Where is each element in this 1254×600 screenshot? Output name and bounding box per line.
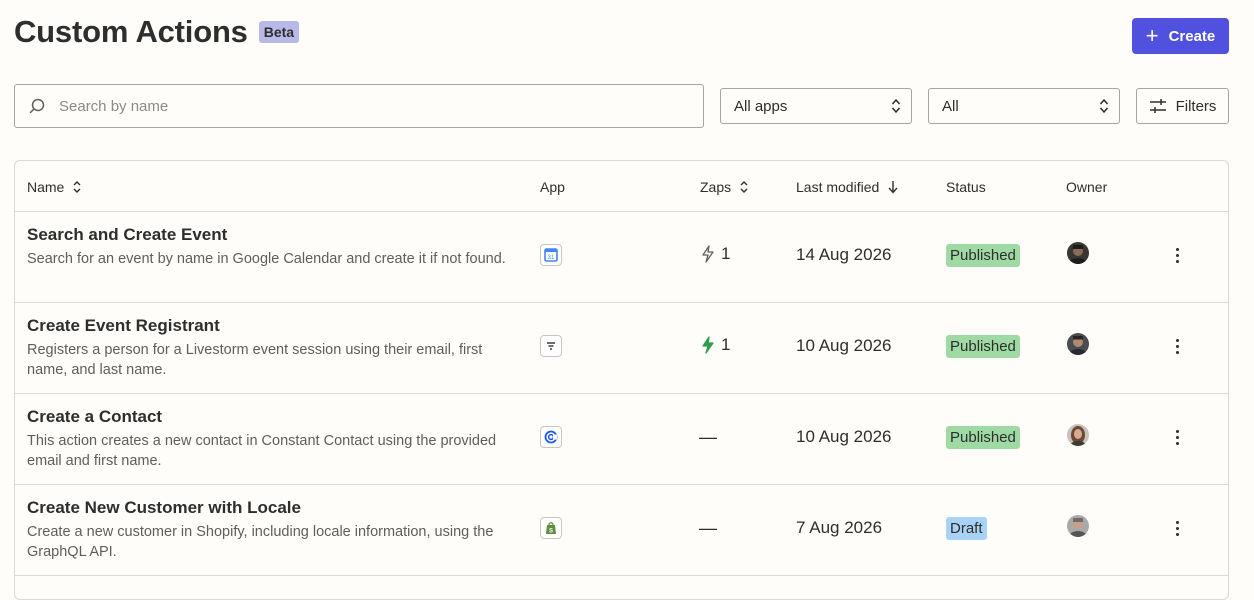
filters-button[interactable]: Filters xyxy=(1136,88,1229,124)
status-select[interactable]: All xyxy=(928,88,1120,124)
zaps-count: 1 xyxy=(701,244,730,264)
apps-select-value: All apps xyxy=(734,97,788,115)
action-name[interactable]: Search and Create Event xyxy=(27,225,227,245)
plus-icon: + xyxy=(1145,23,1159,48)
action-description: This action creates a new contact in Con… xyxy=(27,433,497,469)
last-modified: 7 Aug 2026 xyxy=(796,518,883,537)
page-title: Custom Actions xyxy=(14,14,248,49)
zaps-count: — xyxy=(699,427,717,447)
column-header-modified[interactable]: Last modified xyxy=(796,179,899,195)
bolt-icon xyxy=(702,245,714,263)
owner-avatar xyxy=(1067,333,1089,355)
shopify-icon: S xyxy=(540,517,562,539)
column-modified-label: Last modified xyxy=(796,179,880,195)
search-input[interactable] xyxy=(57,96,661,116)
column-header-owner: Owner xyxy=(1066,179,1107,195)
chevron-updown-icon xyxy=(891,98,901,114)
table-row[interactable]: Create a Contact This action creates a n… xyxy=(15,393,1228,485)
table-row[interactable]: Search and Create Event Search for an ev… xyxy=(15,211,1228,303)
page-header: Custom Actions Beta xyxy=(14,14,300,50)
svg-text:S: S xyxy=(549,529,553,535)
constant-contact-icon xyxy=(540,426,562,448)
owner-avatar xyxy=(1067,424,1089,446)
chevron-updown-icon xyxy=(1099,98,1109,114)
column-header-zaps[interactable]: Zaps xyxy=(700,179,749,195)
owner-avatar xyxy=(1067,515,1089,537)
zaps-value: 1 xyxy=(721,244,731,263)
sort-icon xyxy=(740,181,748,193)
column-header-status: Status xyxy=(946,179,986,195)
column-zaps-label: Zaps xyxy=(700,179,732,195)
action-description: Search for an event by name in Google Ca… xyxy=(27,251,506,267)
action-description: Registers a person for a Livestorm event… xyxy=(27,342,483,378)
zaps-count: — xyxy=(699,518,717,538)
beta-badge: Beta xyxy=(258,21,300,43)
action-name[interactable]: Create Event Registrant xyxy=(27,316,220,336)
more-options-icon[interactable] xyxy=(1167,516,1187,540)
more-options-icon[interactable] xyxy=(1167,425,1187,449)
column-header-name[interactable]: Name xyxy=(27,179,82,195)
more-options-icon[interactable] xyxy=(1167,334,1187,358)
actions-table: Name App Zaps Last modified Status Owner… xyxy=(14,160,1229,600)
create-button[interactable]: + Create xyxy=(1132,18,1229,54)
search-box[interactable] xyxy=(14,84,704,128)
svg-text:31: 31 xyxy=(548,255,555,261)
action-name[interactable]: Create New Customer with Locale xyxy=(27,498,301,518)
status-badge: Published xyxy=(946,426,1020,449)
bolt-icon xyxy=(702,336,714,354)
livestorm-icon xyxy=(540,335,562,357)
status-badge: Published xyxy=(946,244,1020,267)
action-description: Create a new customer in Shopify, includ… xyxy=(27,524,494,560)
google-calendar-icon: 31 xyxy=(540,244,562,266)
last-modified: 10 Aug 2026 xyxy=(796,427,892,446)
last-modified: 14 Aug 2026 xyxy=(796,245,892,264)
column-header-app: App xyxy=(540,179,565,195)
column-owner-label: Owner xyxy=(1066,179,1108,195)
status-badge: Published xyxy=(946,335,1020,358)
column-app-label: App xyxy=(540,179,565,195)
filters-button-label: Filters xyxy=(1175,97,1217,115)
sliders-icon xyxy=(1149,99,1166,113)
zaps-value: 1 xyxy=(721,335,731,354)
action-name[interactable]: Create a Contact xyxy=(27,407,162,427)
apps-select[interactable]: All apps xyxy=(720,88,912,124)
more-options-icon[interactable] xyxy=(1167,243,1187,267)
create-button-label: Create xyxy=(1168,27,1216,45)
table-row[interactable]: Create New Customer with Locale Create a… xyxy=(15,484,1228,576)
arrow-down-icon xyxy=(888,181,898,194)
status-select-value: All xyxy=(942,97,959,115)
owner-avatar xyxy=(1067,242,1089,264)
search-icon xyxy=(29,98,45,114)
status-badge: Draft xyxy=(946,517,987,540)
table-header: Name App Zaps Last modified Status Owner xyxy=(15,161,1228,212)
sort-icon xyxy=(73,181,81,193)
zaps-count: 1 xyxy=(701,335,730,355)
last-modified: 10 Aug 2026 xyxy=(796,336,892,355)
column-name-label: Name xyxy=(27,179,65,195)
column-status-label: Status xyxy=(946,179,986,195)
table-row[interactable]: Create Event Registrant Registers a pers… xyxy=(15,302,1228,394)
